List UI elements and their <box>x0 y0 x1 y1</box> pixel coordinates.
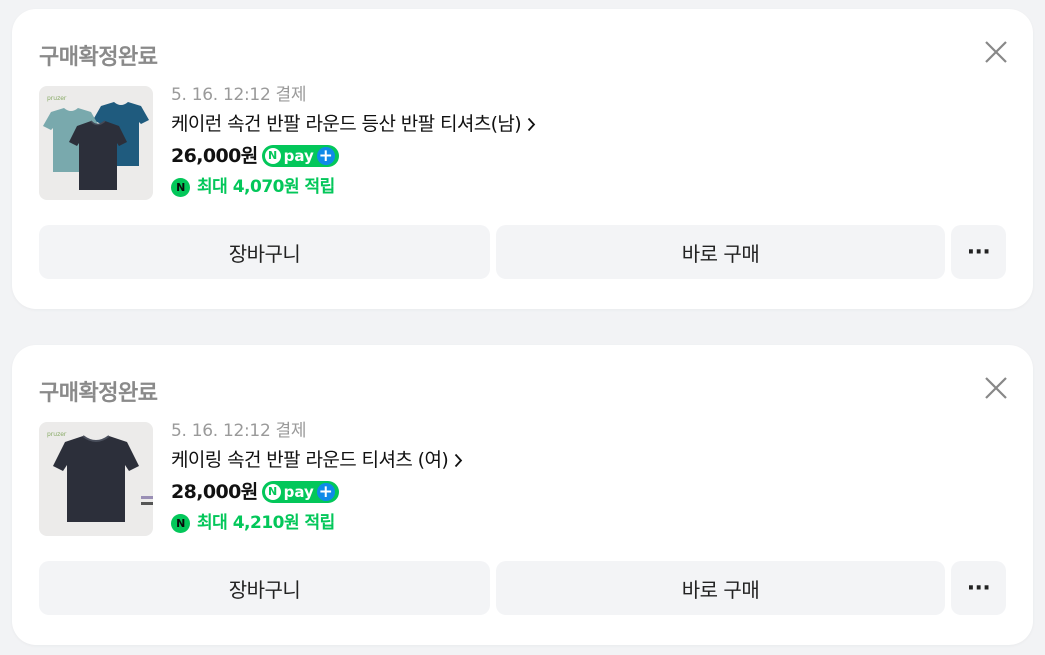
add-to-cart-button[interactable]: 장바구니 <box>39 561 490 615</box>
npay-text: pay <box>283 147 314 165</box>
thumbnail-brand: pruzer <box>47 95 67 102</box>
more-icon[interactable]: ··· <box>951 561 1006 615</box>
buy-now-button[interactable]: 바로 구매 <box>496 561 945 615</box>
order-info: 5. 16. 12:12 결제 케이링 속건 반팔 라운드 티셔츠 (여) 28… <box>171 418 463 538</box>
points-text: 최대 4,210원 적립 <box>197 513 335 533</box>
product-name-link[interactable]: 케이런 속건 반팔 라운드 등산 반팔 티셔츠(남) <box>171 108 536 140</box>
points-line: N 최대 4,070원 적립 <box>171 172 536 202</box>
npay-n-icon: N <box>264 148 281 164</box>
chevron-right-icon <box>527 117 536 132</box>
more-icon[interactable]: ··· <box>951 225 1006 279</box>
order-card: 구매확정완료 pruzer 5. 16. 12:12 결제 케이링 속건 반팔 … <box>12 345 1033 645</box>
npay-plus-icon: + <box>316 482 335 502</box>
npay-logo: N pay + <box>261 481 339 503</box>
npay-n-icon: N <box>264 484 281 500</box>
product-name: 케이링 속건 반팔 라운드 티셔츠 (여) <box>171 449 449 471</box>
product-thumbnail[interactable]: pruzer <box>39 422 153 536</box>
close-icon[interactable] <box>983 39 1009 65</box>
chevron-right-icon <box>454 453 463 468</box>
points-line: N 최대 4,210원 적립 <box>171 508 463 538</box>
order-status: 구매확정완료 <box>39 381 158 406</box>
naver-points-icon: N <box>171 177 190 197</box>
points-text: 최대 4,070원 적립 <box>197 177 335 197</box>
order-card: 구매확정완료 pruzer 5. 16. 12:12 결제 케이런 속건 반팔 … <box>12 9 1033 309</box>
order-status: 구매확정완료 <box>39 45 158 70</box>
payment-date: 5. 16. 12:12 결제 <box>171 85 307 105</box>
price: 26,000원 <box>171 145 258 167</box>
add-to-cart-button[interactable]: 장바구니 <box>39 225 490 279</box>
price: 28,000원 <box>171 481 258 503</box>
product-thumbnail[interactable]: pruzer <box>39 86 153 200</box>
price-line: 28,000원 N pay + <box>171 476 463 508</box>
payment-date: 5. 16. 12:12 결제 <box>171 421 307 441</box>
buy-now-button[interactable]: 바로 구매 <box>496 225 945 279</box>
close-icon[interactable] <box>983 375 1009 401</box>
product-name-link[interactable]: 케이링 속건 반팔 라운드 티셔츠 (여) <box>171 444 463 476</box>
npay-logo: N pay + <box>261 145 339 167</box>
tshirt-image: pruzer <box>43 95 149 190</box>
npay-plus-icon: + <box>316 146 335 166</box>
price-line: 26,000원 N pay + <box>171 140 536 172</box>
tshirt-image: pruzer <box>47 431 153 522</box>
product-name: 케이런 속건 반팔 라운드 등산 반팔 티셔츠(남) <box>171 113 522 135</box>
order-info: 5. 16. 12:12 결제 케이런 속건 반팔 라운드 등산 반팔 티셔츠(… <box>171 82 536 202</box>
naver-points-icon: N <box>171 513 190 533</box>
thumbnail-brand: pruzer <box>47 431 67 438</box>
npay-text: pay <box>283 483 314 501</box>
